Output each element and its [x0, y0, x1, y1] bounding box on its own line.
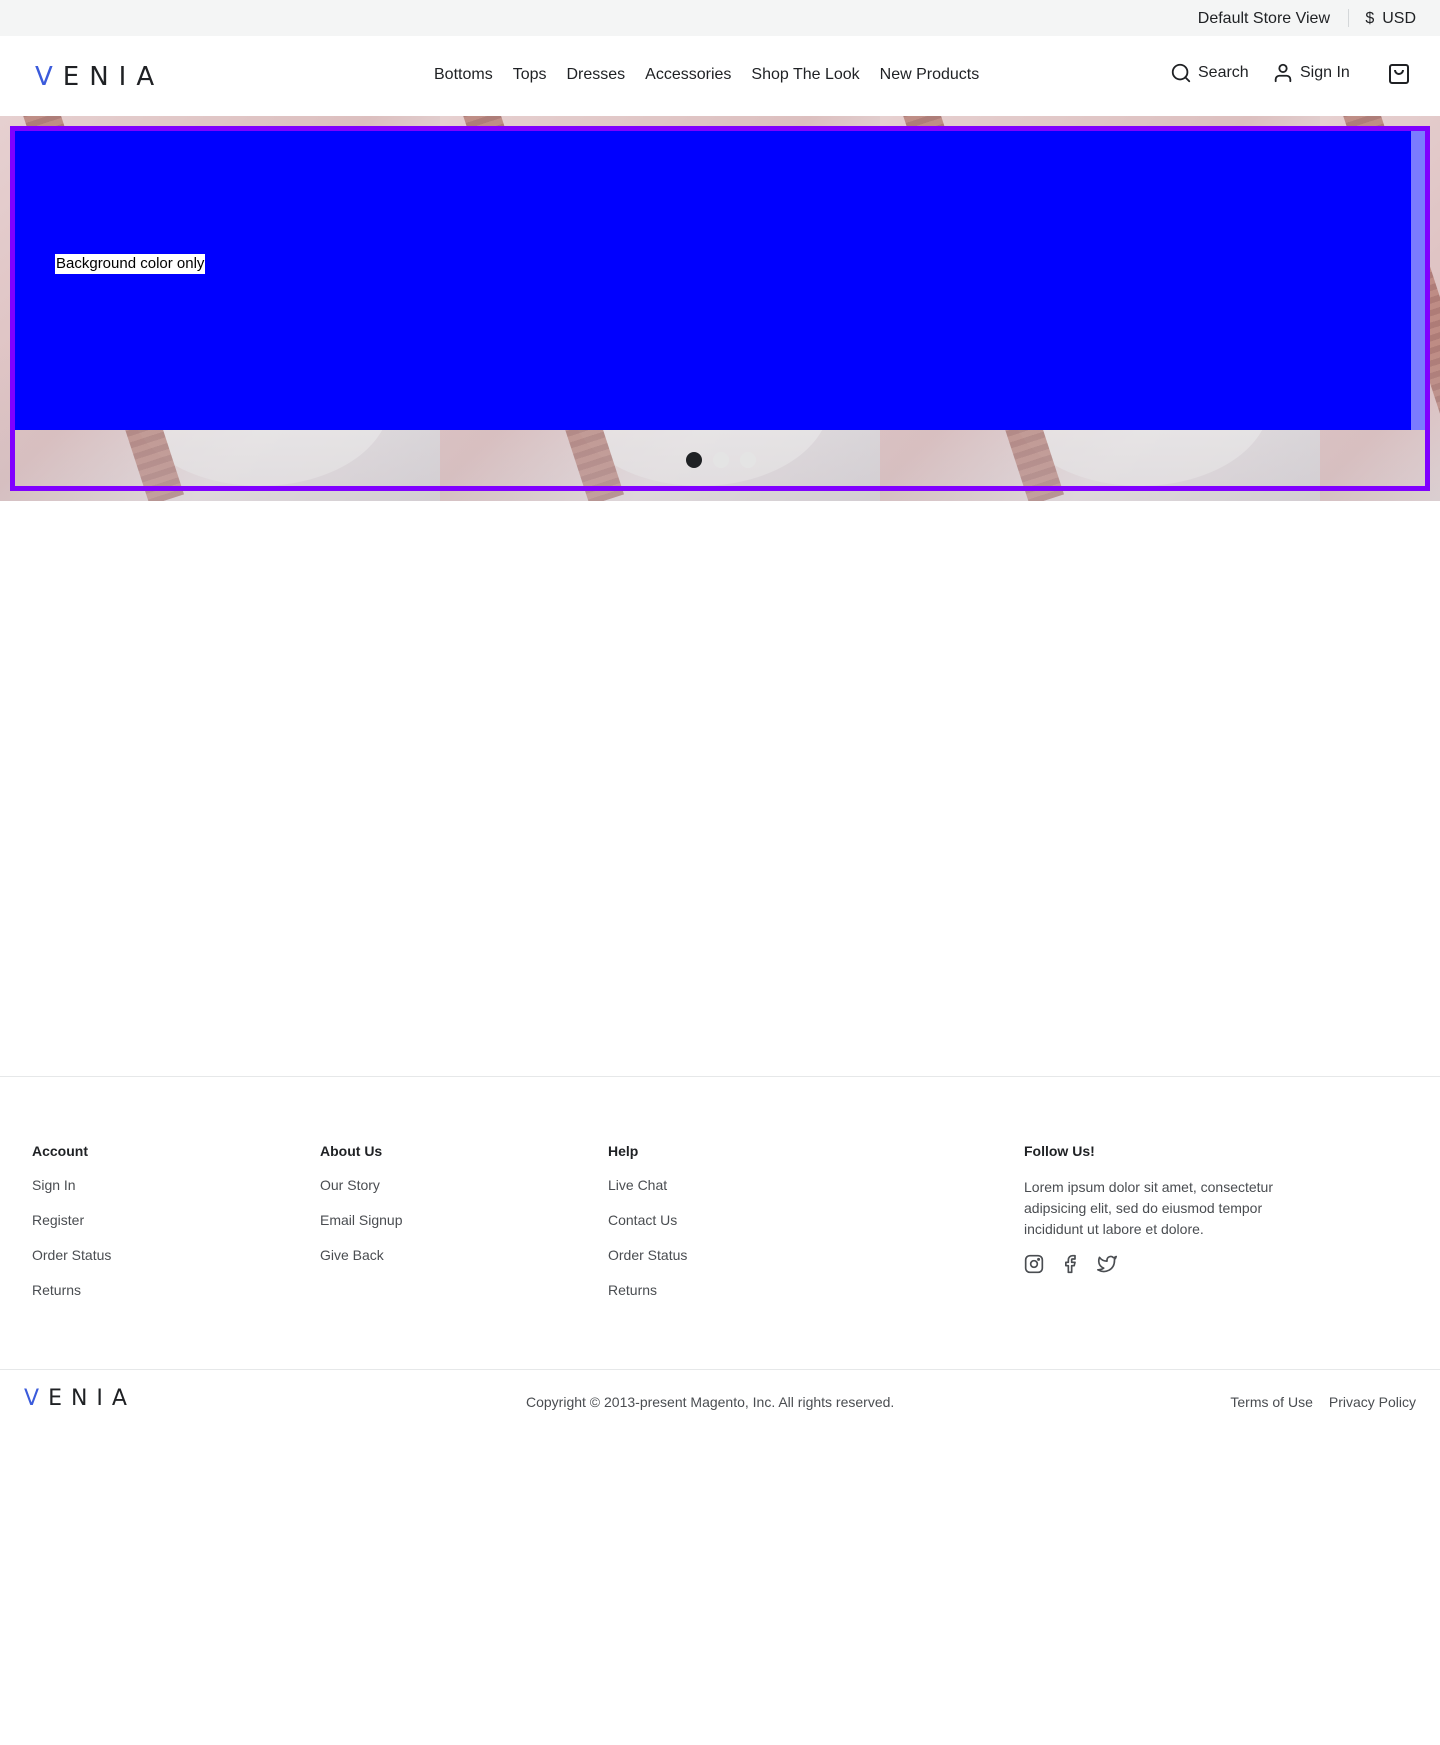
footer-link[interactable]: Returns	[32, 1282, 111, 1299]
currency-switcher[interactable]: $ USD	[1365, 10, 1416, 28]
carousel-slide[interactable]	[15, 131, 1411, 430]
nav-new-products[interactable]: New Products	[880, 66, 980, 84]
nav-bottoms[interactable]: Bottoms	[434, 66, 493, 84]
nav-shop-the-look[interactable]: Shop The Look	[751, 66, 859, 84]
facebook-icon[interactable]	[1060, 1254, 1080, 1279]
footer-help-column: Help Live Chat Contact Us Order Status R…	[608, 1143, 687, 1317]
footer-about-column: About Us Our Story Email Signup Give Bac…	[320, 1143, 403, 1282]
logo-rest: ENIA	[62, 62, 165, 92]
footer-follow-title: Follow Us!	[1024, 1143, 1095, 1159]
footer-help-title: Help	[608, 1143, 639, 1159]
footer-venia-logo[interactable]: VENIA	[24, 1386, 136, 1411]
footer-follow-column: Follow Us! Lorem ipsum dolor sit amet, c…	[1024, 1143, 1274, 1279]
search-icon	[1170, 62, 1192, 84]
venia-logo[interactable]: VENIA	[35, 62, 164, 92]
search-button[interactable]: Search	[1170, 62, 1249, 84]
logo-accent: V	[35, 62, 63, 92]
slide-text: Background color only	[55, 254, 206, 274]
footer-link[interactable]: Register	[32, 1212, 111, 1229]
twitter-icon[interactable]	[1096, 1254, 1118, 1279]
user-icon	[1272, 62, 1294, 84]
terms-link[interactable]: Terms of Use	[1230, 1394, 1312, 1410]
currency-symbol: $	[1365, 10, 1375, 27]
footer-follow-text: Lorem ipsum dolor sit amet, consectetur …	[1024, 1179, 1273, 1237]
copyright-text: Copyright © 2013-present Magento, Inc. A…	[526, 1394, 895, 1410]
footer-link[interactable]: Give Back	[320, 1247, 403, 1264]
footer-link[interactable]: Returns	[608, 1282, 687, 1299]
footer-logo-rest: ENIA	[48, 1386, 136, 1411]
footer-link[interactable]: Contact Us	[608, 1212, 687, 1229]
footer-link[interactable]: Order Status	[32, 1247, 111, 1264]
footer-logo-accent: V	[24, 1386, 49, 1411]
social-links	[1024, 1254, 1274, 1279]
footer-link[interactable]: Email Signup	[320, 1212, 403, 1229]
footer-link[interactable]: Live Chat	[608, 1177, 687, 1194]
topbar-divider	[1348, 9, 1349, 27]
instagram-icon[interactable]	[1024, 1254, 1044, 1279]
nav-dresses[interactable]: Dresses	[566, 66, 625, 84]
carousel-dot-2[interactable]	[713, 452, 729, 468]
footer-account-column: Account Sign In Register Order Status Re…	[32, 1143, 111, 1317]
slide-scrollbar[interactable]	[1411, 131, 1425, 430]
footer-link[interactable]: Sign In	[32, 1177, 111, 1194]
cart-button[interactable]	[1387, 62, 1411, 86]
footer-divider	[0, 1076, 1440, 1077]
main-nav: Bottoms Tops Dresses Accessories Shop Th…	[434, 66, 999, 84]
carousel-dots	[686, 452, 756, 468]
sign-in-label: Sign In	[1300, 64, 1350, 81]
search-label: Search	[1198, 64, 1249, 81]
top-bar: Default Store View $ USD	[0, 0, 1440, 36]
shopping-bag-icon	[1387, 62, 1411, 86]
footer-link[interactable]: Order Status	[608, 1247, 687, 1264]
footer-account-title: Account	[32, 1143, 88, 1159]
carousel-dot-3[interactable]	[740, 452, 756, 468]
footer-about-title: About Us	[320, 1143, 383, 1159]
carousel-dot-1[interactable]	[686, 452, 702, 468]
privacy-link[interactable]: Privacy Policy	[1329, 1394, 1416, 1410]
currency-code: USD	[1382, 10, 1416, 27]
footer-bottom-divider	[0, 1369, 1440, 1370]
store-view-switcher[interactable]: Default Store View	[1198, 10, 1330, 28]
site-header: VENIA Bottoms Tops Dresses Accessories S…	[0, 36, 1440, 116]
nav-tops[interactable]: Tops	[513, 66, 547, 84]
nav-accessories[interactable]: Accessories	[645, 66, 731, 84]
footer-link[interactable]: Our Story	[320, 1177, 403, 1194]
sign-in-button[interactable]: Sign In	[1272, 62, 1350, 84]
legal-links: Terms of Use Privacy Policy	[1230, 1394, 1416, 1410]
